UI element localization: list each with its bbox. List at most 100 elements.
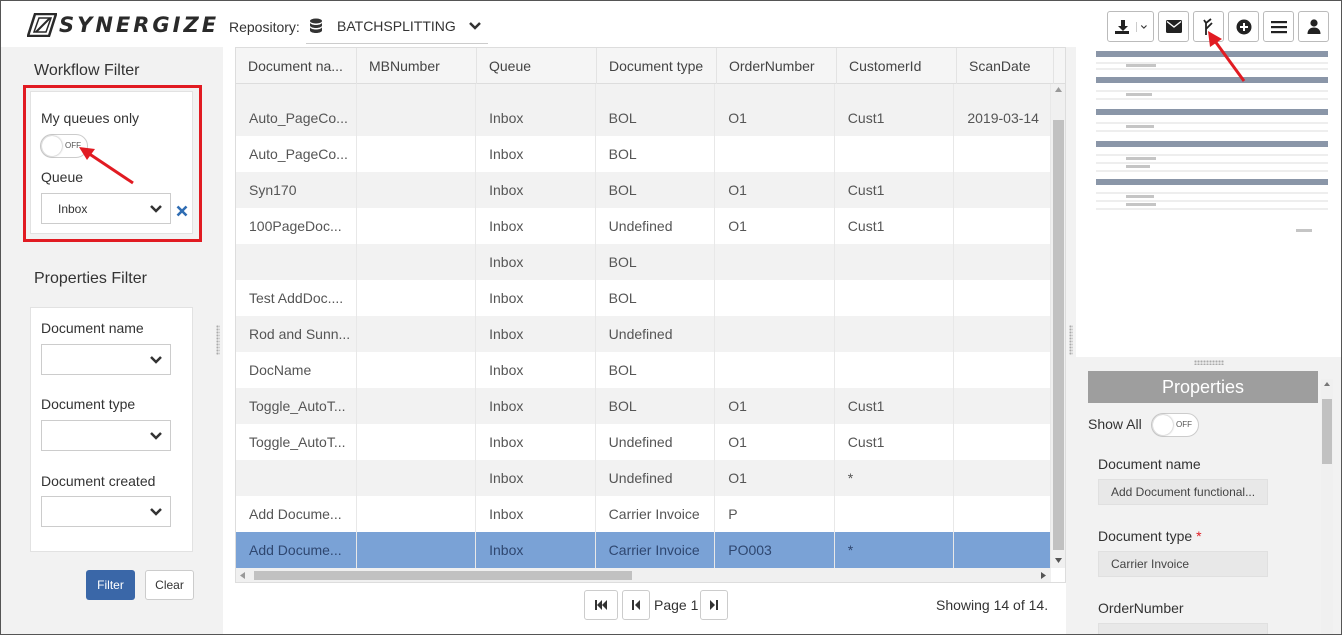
table-row[interactable]: 100PageDoc... Inbox Undefined O1 Cust1 xyxy=(236,208,1052,244)
table-cell: Cust1 xyxy=(835,172,955,208)
table-cell: Cust1 xyxy=(835,208,955,244)
table-cell: Inbox xyxy=(476,280,596,316)
table-cell: BOL xyxy=(596,100,716,136)
splitter-grip xyxy=(1069,325,1073,355)
table-cell: P xyxy=(715,496,835,532)
table-cell: Inbox xyxy=(476,460,596,496)
table-row[interactable]: Toggle_AutoT... Inbox BOL O1 Cust1 xyxy=(236,388,1052,424)
chevron-down-icon xyxy=(150,355,162,364)
column-header-filler xyxy=(1054,48,1065,84)
table-cell: Auto_PageCo... xyxy=(236,136,357,172)
vertical-scrollbar[interactable] xyxy=(1051,84,1065,568)
next-page-button[interactable] xyxy=(700,590,729,620)
document-name-label: Document name xyxy=(41,320,144,336)
add-button[interactable] xyxy=(1228,11,1259,42)
table-cell xyxy=(236,460,357,496)
toolbar xyxy=(1107,11,1329,42)
scroll-left-icon[interactable] xyxy=(240,572,245,579)
table-cell xyxy=(835,136,955,172)
table-row[interactable]: Test AddDoc.... Inbox BOL xyxy=(236,280,1052,316)
table-cell xyxy=(954,244,1052,280)
document-preview[interactable] xyxy=(1086,47,1331,357)
table-row[interactable] xyxy=(236,84,1052,100)
prop-order-number-field[interactable] xyxy=(1098,623,1268,634)
table-row[interactable]: DocName Inbox BOL xyxy=(236,352,1052,388)
prop-document-type-field[interactable]: Carrier Invoice xyxy=(1098,551,1268,577)
next-page-icon xyxy=(710,600,719,610)
toggle-knob xyxy=(1153,415,1173,435)
workflow-filter-title: Workflow Filter xyxy=(34,62,140,79)
preview-splitter[interactable] xyxy=(1076,357,1341,369)
table-cell: O1 xyxy=(715,388,835,424)
prop-document-name-field[interactable]: Add Document functional... xyxy=(1098,479,1268,505)
menu-button[interactable] xyxy=(1263,11,1294,42)
splitter-grip xyxy=(1194,360,1224,365)
column-header[interactable]: Document na... xyxy=(236,48,357,84)
table-row-selected[interactable]: Add Docume... Inbox Carrier Invoice PO003 * xyxy=(236,532,1052,568)
table-row[interactable]: Auto_PageCo... Inbox BOL O1 Cust1 2019-03-14 xyxy=(236,100,1052,136)
column-header[interactable]: Document type xyxy=(597,48,717,84)
clear-button[interactable]: Clear xyxy=(145,570,194,600)
table-header: Document na... MBNumber Queue Document type… xyxy=(236,48,1065,84)
show-all-toggle[interactable]: OFF xyxy=(1151,413,1199,437)
table-cell xyxy=(954,532,1052,568)
table-cell: Undefined xyxy=(596,424,716,460)
table-row[interactable]: Add Docume... Inbox Carrier Invoice P xyxy=(236,496,1052,532)
document-created-label: Document created xyxy=(41,473,156,489)
document-name-select[interactable] xyxy=(41,344,171,375)
table-row[interactable]: Toggle_AutoT... Inbox Undefined O1 Cust1 xyxy=(236,424,1052,460)
left-splitter[interactable] xyxy=(213,47,223,634)
table-row[interactable]: Inbox BOL xyxy=(236,244,1052,280)
repository-select[interactable]: BATCHSPLITTING xyxy=(306,9,488,44)
column-header[interactable]: OrderNumber xyxy=(717,48,837,84)
prop-document-type-label: Document type * xyxy=(1098,528,1202,544)
scrollbar-thumb[interactable] xyxy=(1053,120,1064,550)
scrollbar-thumb[interactable] xyxy=(254,571,632,580)
scroll-up-icon[interactable] xyxy=(1055,87,1062,92)
app-window: SYNERGIZE Repository: BATCHSPLITTING Wor… xyxy=(0,0,1342,635)
table-cell: Inbox xyxy=(476,172,596,208)
download-button[interactable] xyxy=(1107,11,1154,42)
column-header[interactable]: CustomerId xyxy=(837,48,957,84)
table-cell: Test AddDoc.... xyxy=(236,280,357,316)
prev-page-button[interactable] xyxy=(622,590,650,620)
scroll-down-icon[interactable] xyxy=(1055,558,1062,563)
table-cell: O1 xyxy=(715,208,835,244)
email-button[interactable] xyxy=(1158,11,1189,42)
filter-button[interactable]: Filter xyxy=(86,570,135,600)
table-row[interactable]: Auto_PageCo... Inbox BOL xyxy=(236,136,1052,172)
table-row[interactable]: Inbox Undefined O1 * xyxy=(236,460,1052,496)
table-row[interactable]: Rod and Sunn... Inbox Undefined xyxy=(236,316,1052,352)
horizontal-scrollbar[interactable] xyxy=(236,568,1051,582)
show-all-label: Show All xyxy=(1088,416,1142,432)
table-cell: Inbox xyxy=(476,208,596,244)
scroll-right-icon[interactable] xyxy=(1041,572,1046,579)
document-created-select[interactable] xyxy=(41,496,171,527)
table-body: Auto_PageCo... Inbox BOL O1 Cust1 2019-03-14 A… xyxy=(236,84,1052,568)
column-header[interactable]: Queue xyxy=(477,48,597,84)
table-row[interactable]: Syn170 Inbox BOL O1 Cust1 xyxy=(236,172,1052,208)
table-cell: Inbox xyxy=(476,100,596,136)
user-icon xyxy=(1307,19,1320,34)
table-cell xyxy=(357,388,477,424)
properties-scrollbar[interactable] xyxy=(1321,379,1333,634)
split-button[interactable] xyxy=(1193,11,1224,42)
document-type-select[interactable] xyxy=(41,420,171,451)
column-header[interactable]: MBNumber xyxy=(357,48,477,84)
scrollbar-thumb[interactable] xyxy=(1322,399,1332,464)
right-splitter[interactable] xyxy=(1066,47,1076,634)
menu-icon xyxy=(1270,20,1287,33)
table-cell: Inbox xyxy=(476,136,596,172)
splitter-grip xyxy=(216,325,220,355)
table-cell: Carrier Invoice xyxy=(596,532,716,568)
first-page-icon xyxy=(595,600,607,610)
scroll-up-icon[interactable] xyxy=(1324,382,1330,386)
logo-icon xyxy=(27,13,57,37)
table-cell xyxy=(954,208,1052,244)
properties-filter-card: Document name Document type Document cre… xyxy=(30,307,193,552)
column-header[interactable]: ScanDate xyxy=(957,48,1054,84)
first-page-button[interactable] xyxy=(584,590,618,620)
required-mark: * xyxy=(1196,528,1202,544)
user-button[interactable] xyxy=(1298,11,1329,42)
pager: Page 1 xyxy=(584,590,729,620)
